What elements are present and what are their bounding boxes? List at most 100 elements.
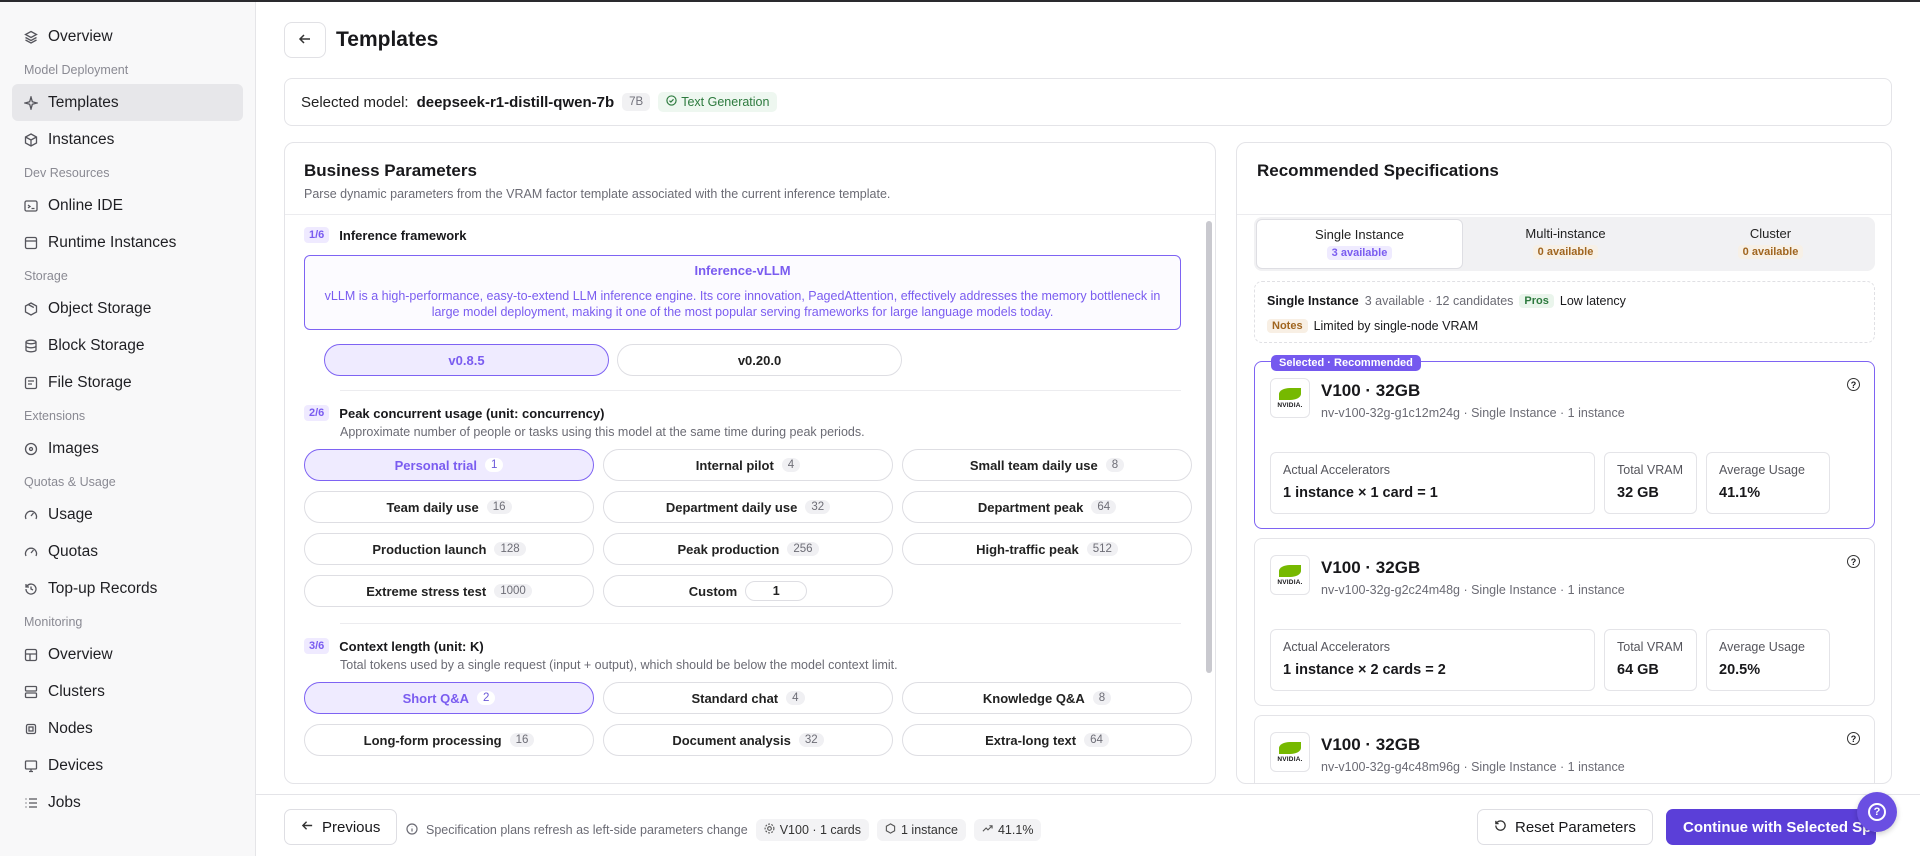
concurrency-options: Personal trial 1 Internal pilot 4 Small te…	[304, 449, 1192, 607]
sidebar-item-usage[interactable]: Usage	[12, 496, 243, 533]
model-name: deepseek-r1-distill-qwen-7b	[416, 93, 615, 111]
sidebar-item-object-storage[interactable]: Object Storage	[12, 290, 243, 327]
previous-button[interactable]: Previous	[284, 809, 398, 845]
tab-badge: 0 available	[1737, 245, 1804, 259]
concurrency-option[interactable]: Personal trial 1	[304, 449, 594, 481]
sidebar-item-overview[interactable]: Overview	[12, 18, 243, 55]
help-icon[interactable]: ?	[1847, 555, 1860, 568]
option-label: Extra-long text	[985, 732, 1077, 748]
tab-multi-instance[interactable]: Multi-instance 0 available	[1463, 219, 1668, 269]
sidebar-item-devices[interactable]: Devices	[12, 747, 243, 784]
refresh-hint: Specification plans refresh as left-side…	[406, 819, 1042, 841]
actual-accelerators-metric: Actual Accelerators 1 instance × 1 card =…	[1270, 452, 1595, 514]
option-count: 8	[1105, 458, 1125, 472]
summary-stats: 3 available · 12 candidates	[1364, 294, 1514, 308]
help-icon[interactable]: ?	[1847, 732, 1860, 745]
sidebar-item-label: Usage	[48, 505, 93, 523]
sidebar-item-images[interactable]: Images	[12, 430, 243, 467]
chip-text: 1 instance	[901, 823, 958, 837]
total-vram-metric: Total VRAM 64 GB	[1604, 629, 1697, 691]
step-description: Approximate number of people or tasks us…	[340, 425, 865, 439]
spec-card[interactable]: NVIDIA. V100 · 32GB nv-v100-32g-g4c48m96…	[1254, 715, 1875, 783]
context-option[interactable]: Short Q&A 2	[304, 682, 594, 714]
option-label: Short Q&A	[402, 690, 470, 706]
version-option[interactable]: v0.20.0	[617, 344, 902, 376]
concurrency-option[interactable]: Peak production 256	[603, 533, 893, 565]
sidebar-item-instances[interactable]: Instances	[12, 121, 243, 158]
context-option[interactable]: Knowledge Q&A 8	[902, 682, 1192, 714]
sidebar-item-monitoring-overview[interactable]: Overview	[12, 636, 243, 673]
concurrency-option[interactable]: Extreme stress test 1000	[304, 575, 594, 607]
sidebar-item-templates[interactable]: Templates	[12, 84, 243, 121]
pros-tag: Pros	[1519, 294, 1554, 308]
context-option[interactable]: Long-form processing 16	[304, 724, 594, 756]
sidebar-section-quotas-usage: Quotas & Usage	[24, 474, 116, 489]
metric-label: Average Usage	[1719, 640, 1805, 654]
nvidia-logo-icon: NVIDIA.	[1270, 555, 1310, 595]
custom-concurrency-input[interactable]: 1	[745, 581, 808, 601]
context-option[interactable]: Document analysis 32	[603, 724, 893, 756]
sidebar-item-jobs[interactable]: Jobs	[12, 784, 243, 821]
framework-option-vllm[interactable]: Inference-vLLM vLLM is a high-performanc…	[304, 255, 1181, 330]
tab-cluster[interactable]: Cluster 0 available	[1668, 219, 1873, 269]
option-label: Extreme stress test	[366, 583, 487, 599]
reset-parameters-button[interactable]: Reset Parameters	[1477, 809, 1653, 845]
step-1-header: 1/6 Inference framework	[304, 227, 1181, 243]
scrollbar[interactable]	[1206, 221, 1212, 781]
spec-name: V100 · 32GB	[1321, 558, 1421, 577]
option-label: Knowledge Q&A	[982, 690, 1085, 706]
concurrency-option[interactable]: Department daily use 32	[603, 491, 893, 523]
concurrency-option[interactable]: Production launch 128	[304, 533, 594, 565]
help-fab[interactable]: ?	[1857, 792, 1897, 832]
option-count: 1	[484, 458, 504, 472]
sidebar-item-nodes[interactable]: Nodes	[12, 710, 243, 747]
sidebar-item-label: Instances	[48, 130, 115, 148]
question-icon: ?	[1868, 803, 1886, 821]
spec-card[interactable]: NVIDIA. V100 · 32GB nv-v100-32g-g2c24m48…	[1254, 538, 1875, 706]
sidebar-item-label: Templates	[48, 93, 119, 111]
concurrency-option[interactable]: High-traffic peak 512	[902, 533, 1192, 565]
deployment-mode-tabs: Single Instance 3 available Multi-instanc…	[1254, 217, 1875, 271]
back-button[interactable]	[284, 22, 326, 58]
option-count: 16	[509, 733, 535, 747]
sidebar-item-label: Nodes	[48, 719, 93, 737]
sidebar-item-block-storage[interactable]: Block Storage	[12, 327, 243, 364]
tab-single-instance[interactable]: Single Instance 3 available	[1256, 219, 1463, 269]
concurrency-option-custom[interactable]: Custom 1	[603, 575, 893, 607]
option-label: Personal trial	[394, 457, 477, 473]
step-title: Context length (unit: K)	[339, 638, 484, 654]
sidebar-item-online-ide[interactable]: Online IDE	[12, 187, 243, 224]
nvidia-logo-icon: NVIDIA.	[1270, 378, 1310, 418]
chip-text: V100 · 1 cards	[779, 823, 861, 837]
mode-summary: Single Instance 3 available · 12 candida…	[1254, 281, 1875, 343]
concurrency-option[interactable]: Team daily use 16	[304, 491, 594, 523]
sidebar-item-label: Overview	[48, 27, 113, 45]
option-label: Custom	[688, 583, 738, 599]
option-label: Document analysis	[672, 732, 791, 748]
option-count: 8	[1092, 691, 1112, 705]
grid-icon	[24, 648, 38, 662]
help-icon[interactable]: ?	[1847, 378, 1860, 391]
option-count: 1000	[494, 584, 532, 598]
version-option[interactable]: v0.8.5	[324, 344, 609, 376]
sidebar-item-clusters[interactable]: Clusters	[12, 673, 243, 710]
sidebar-item-top-up-records[interactable]: Top-up Records	[12, 570, 243, 607]
step-description: Total tokens used by a single request (i…	[340, 658, 898, 672]
concurrency-option[interactable]: Small team daily use 8	[902, 449, 1192, 481]
scrollbar-thumb[interactable]	[1206, 221, 1212, 673]
sidebar-item-runtime-instances[interactable]: Runtime Instances	[12, 224, 243, 261]
selected-model-label: Selected model:	[301, 93, 409, 111]
total-vram-metric: Total VRAM 32 GB	[1604, 452, 1697, 514]
sidebar-item-quotas[interactable]: Quotas	[12, 533, 243, 570]
context-option[interactable]: Extra-long text 64	[902, 724, 1192, 756]
continue-button[interactable]: Continue with Selected Spe	[1666, 809, 1876, 845]
sidebar-item-label: Object Storage	[48, 299, 152, 317]
concurrency-option[interactable]: Department peak 64	[902, 491, 1192, 523]
metric-label: Total VRAM	[1617, 640, 1683, 654]
concurrency-option[interactable]: Internal pilot 4	[603, 449, 893, 481]
spec-card[interactable]: Selected · Recommended NVIDIA. V100 · 32…	[1254, 355, 1875, 529]
context-option[interactable]: Standard chat 4	[603, 682, 893, 714]
sidebar-item-file-storage[interactable]: File Storage	[12, 364, 243, 401]
chip-icon	[764, 823, 775, 837]
box-icon	[24, 132, 38, 147]
